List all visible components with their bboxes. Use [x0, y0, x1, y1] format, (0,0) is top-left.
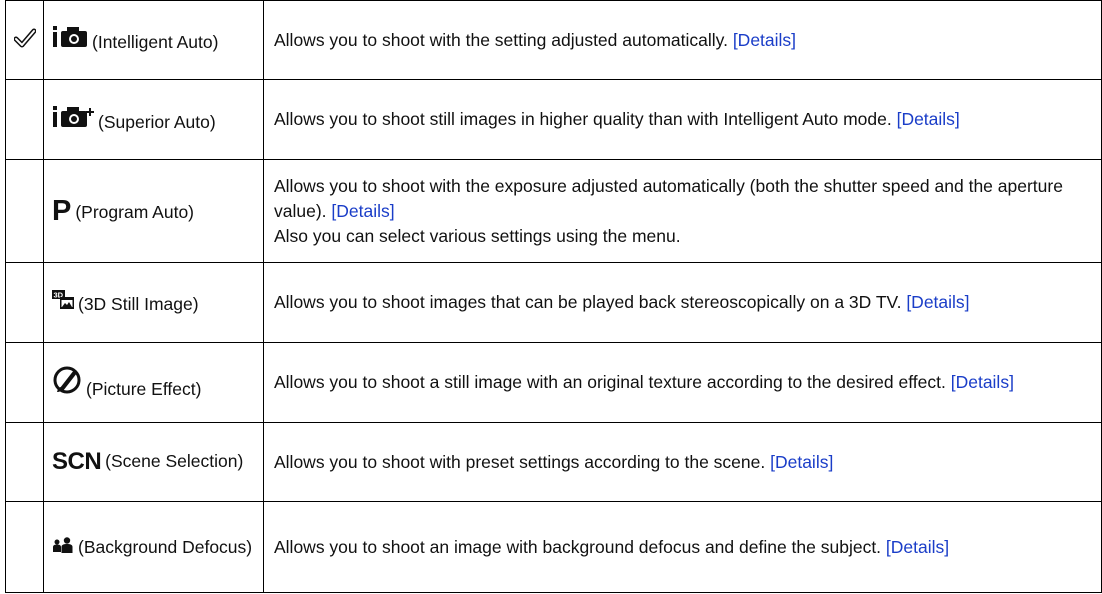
details-link[interactable]: [Details]	[886, 537, 949, 557]
mode-name-cell: 3D (3D Still Image)	[43, 262, 264, 343]
details-link[interactable]: [Details]	[897, 109, 960, 129]
selected-cell	[5, 422, 44, 502]
mode-description: Allows you to shoot with the exposure ad…	[263, 159, 1102, 263]
mode-description: Allows you to shoot images that can be p…	[263, 262, 1102, 343]
3d-still-image-icon: 3D	[52, 289, 74, 310]
selected-cell	[5, 159, 44, 263]
selected-cell	[5, 342, 44, 423]
mode-label: (Superior Auto)	[98, 111, 216, 132]
mode-label: (3D Still Image)	[78, 293, 199, 314]
details-link[interactable]: [Details]	[331, 201, 394, 221]
mode-name-cell: SCN (Scene Selection)	[43, 422, 264, 502]
mode-label: (Picture Effect)	[86, 378, 202, 399]
table-row: (Picture Effect) Allows you to shoot a s…	[5, 342, 1102, 423]
details-link[interactable]: [Details]	[906, 292, 969, 312]
mode-name-cell: (Picture Effect)	[43, 342, 264, 423]
mode-label: (Background Defocus)	[78, 536, 253, 557]
checkmark-icon	[12, 27, 37, 53]
table-row: SCN (Scene Selection) Allows you to shoot…	[5, 422, 1102, 502]
scene-selection-icon: SCN	[52, 448, 102, 475]
mode-description: Allows you to shoot an image with backgr…	[263, 501, 1102, 593]
mode-name-cell: (Superior Auto)	[43, 79, 264, 160]
mode-label: (Scene Selection)	[105, 451, 244, 471]
picture-effect-icon	[52, 365, 82, 395]
mode-label: (Program Auto)	[75, 201, 194, 222]
background-defocus-icon	[52, 536, 74, 553]
shooting-mode-table: (Intelligent Auto) Allows you to shoot w…	[5, 0, 1102, 593]
mode-description: Allows you to shoot with the setting adj…	[263, 0, 1102, 80]
mode-description: Allows you to shoot a still image with a…	[263, 342, 1102, 423]
table-row: P (Program Auto) Allows you to shoot with…	[5, 159, 1102, 263]
selected-cell	[5, 0, 44, 80]
table-row: (Intelligent Auto) Allows you to shoot w…	[5, 0, 1102, 80]
selected-cell	[5, 262, 44, 343]
mode-description: Allows you to shoot still images in high…	[263, 79, 1102, 160]
mode-name-cell: (Background Defocus)	[43, 501, 264, 593]
details-link[interactable]: [Details]	[770, 452, 833, 472]
mode-label: (Intelligent Auto)	[92, 32, 219, 52]
intelligent-auto-icon	[52, 26, 88, 48]
details-link[interactable]: [Details]	[951, 372, 1014, 392]
mode-description: Allows you to shoot with preset settings…	[263, 422, 1102, 502]
mode-name-cell: P (Program Auto)	[43, 159, 264, 263]
table-row: (Superior Auto) Allows you to shoot stil…	[5, 79, 1102, 160]
details-link[interactable]: [Details]	[733, 30, 796, 50]
table-row: 3D (3D Still Image) Allows you to shoot …	[5, 262, 1102, 343]
program-auto-icon: P	[52, 194, 72, 227]
selected-cell	[5, 501, 44, 593]
mode-name-cell: (Intelligent Auto)	[43, 0, 264, 80]
superior-auto-icon	[52, 105, 94, 128]
table-row: (Background Defocus) Allows you to shoot…	[5, 501, 1102, 593]
selected-cell	[5, 79, 44, 160]
